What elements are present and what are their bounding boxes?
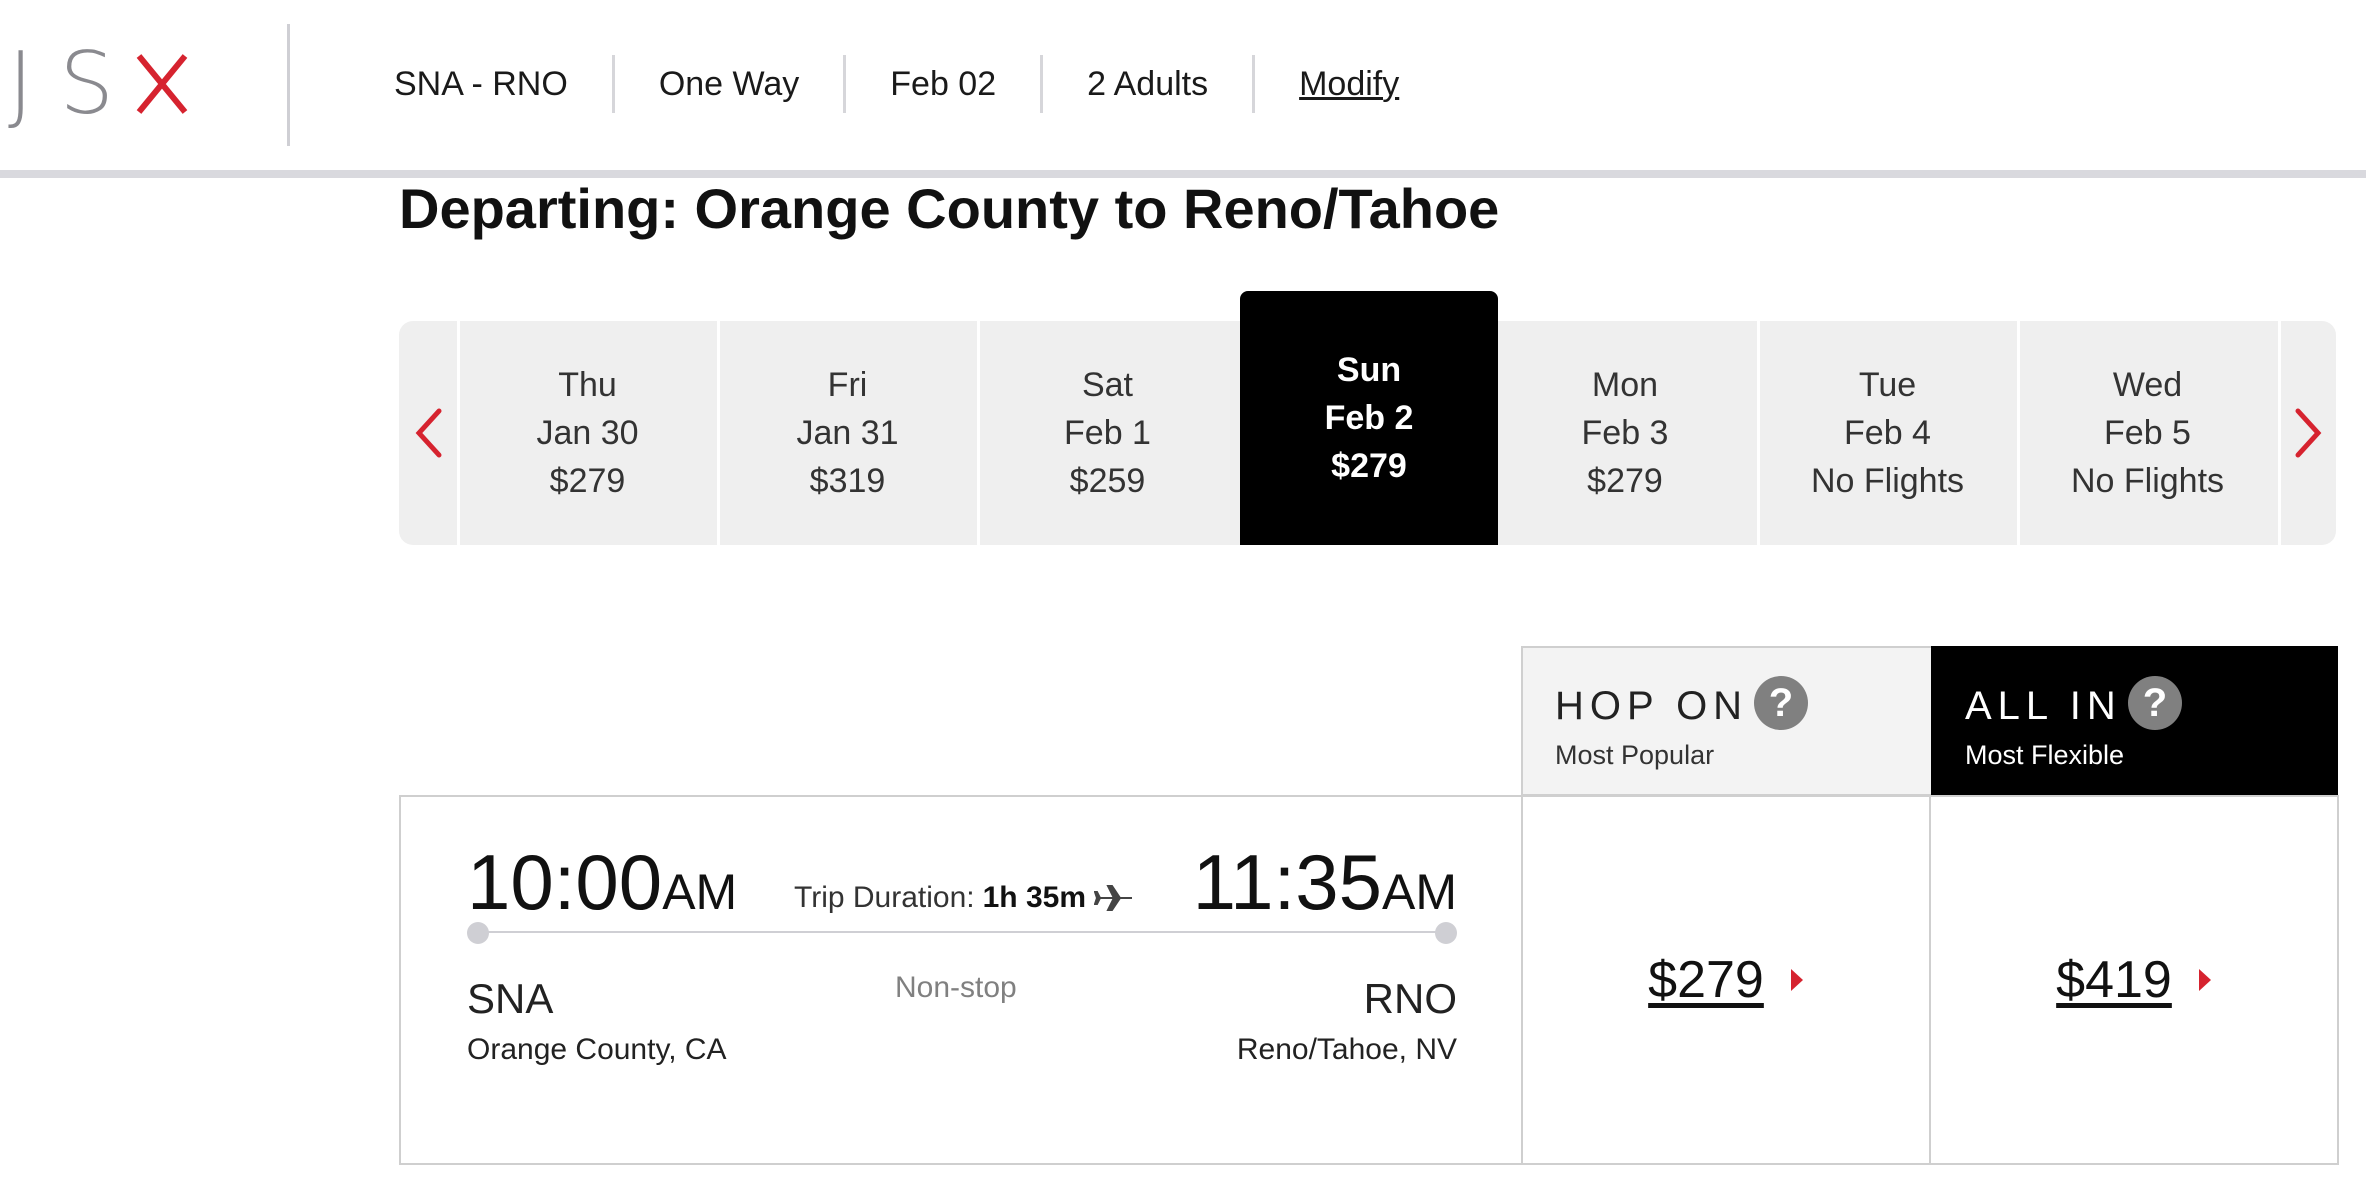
previous-dates-button[interactable]: [399, 321, 457, 545]
hop-on-fare-option[interactable]: $279: [1523, 797, 1931, 1163]
summary-date: Feb 02: [890, 65, 997, 103]
date-day: Jan 30: [536, 414, 639, 452]
date-price: $279: [1331, 447, 1407, 485]
date-weekday: Sun: [1336, 351, 1402, 389]
date-weekday: Wed: [2112, 366, 2183, 404]
hop-on-price[interactable]: $279: [1648, 950, 1764, 1010]
date-weekday: Tue: [1858, 366, 1917, 404]
fare-name: HOP ON: [1555, 684, 1749, 728]
modify-search-link[interactable]: Modify: [1255, 65, 1399, 104]
next-dates-button[interactable]: [2278, 321, 2336, 545]
duration-value: 1h 35m: [982, 881, 1087, 914]
origin-dot: [467, 922, 489, 944]
summary-trip-type: One Way: [658, 65, 800, 103]
date-price: $319: [809, 462, 886, 500]
fare-header-hop-on: HOP ON ? Most Popular: [1521, 646, 1932, 796]
flight-result-row: 10:00AM Trip Duration: 1h 35m 11:35AM SN…: [399, 795, 2339, 1165]
date-option[interactable]: Thu Jan 30 $279: [457, 321, 715, 545]
departure-time-value: 10:00: [467, 838, 663, 926]
departure-time: 10:00AM: [467, 843, 737, 921]
all-in-fare-option[interactable]: $419: [1931, 797, 2337, 1163]
help-icon[interactable]: ?: [2128, 676, 2182, 730]
help-icon[interactable]: ?: [1754, 676, 1808, 730]
date-selector: Thu Jan 30 $279 Fri Jan 31 $319 Sat Feb …: [399, 291, 2336, 545]
fare-subtitle: Most Flexible: [1965, 740, 2125, 770]
origin-code: SNA: [467, 975, 554, 1022]
flight-details: 10:00AM Trip Duration: 1h 35m 11:35AM SN…: [401, 797, 1523, 1163]
date-day: Feb 3: [1581, 414, 1669, 452]
logo-x-icon: [136, 53, 188, 115]
arrival-time-value: 11:35: [1192, 838, 1382, 926]
chevron-right-icon: [2295, 408, 2321, 458]
date-price: No Flights: [1810, 462, 1965, 500]
date-option[interactable]: Tue Feb 4 No Flights: [1757, 321, 2015, 545]
date-price: No Flights: [2070, 462, 2225, 500]
summary-route: SNA - RNO: [394, 65, 568, 103]
origin-city: Orange County, CA: [467, 1033, 727, 1066]
caret-right-icon: [1790, 969, 1803, 991]
all-in-price[interactable]: $419: [2056, 950, 2172, 1010]
date-weekday: Sat: [1081, 366, 1134, 404]
fare-subtitle: Most Popular: [1555, 740, 1715, 770]
arrival-ampm: AM: [1382, 864, 1457, 920]
date-option-selected[interactable]: Sun Feb 2 $279: [1240, 291, 1498, 545]
date-price: $279: [1587, 462, 1663, 500]
page-title: Departing: Orange County to Reno/Tahoe: [399, 177, 1500, 240]
fare-header-all-in: ALL IN ? Most Flexible: [1931, 646, 2338, 796]
date-option[interactable]: Sat Feb 1 $259: [977, 321, 1235, 545]
fare-name: ALL IN: [1965, 684, 2122, 728]
date-weekday: Thu: [558, 366, 617, 404]
date-day: Feb 4: [1844, 414, 1931, 452]
airplane-icon: [1094, 885, 1133, 911]
date-day: Feb 1: [1064, 414, 1151, 452]
date-option[interactable]: Mon Feb 3 $279: [1496, 321, 1754, 545]
date-price: $279: [549, 462, 626, 500]
date-weekday: Mon: [1591, 366, 1659, 404]
date-option[interactable]: Fri Jan 31 $319: [717, 321, 975, 545]
departure-ampm: AM: [662, 864, 738, 920]
site-header: J S SNA - RNO One Way Feb 02 2 Adults Mo…: [0, 0, 2366, 178]
logo-letter-j: J: [8, 34, 34, 134]
summary-passengers: 2 Adults: [1087, 65, 1209, 103]
caret-right-icon: [2198, 969, 2211, 991]
trip-duration: Trip Duration: 1h 35m: [794, 881, 1136, 915]
duration-label: Trip Duration:: [794, 881, 975, 914]
stops-label: Non-stop: [895, 971, 1017, 1004]
chevron-left-icon: [415, 408, 442, 458]
destination-city: Reno/Tahoe, NV: [1236, 1033, 1457, 1066]
route-line: [477, 931, 1445, 933]
header-divider: [287, 24, 290, 146]
date-price: $259: [1069, 462, 1146, 500]
destination-code: RNO: [1363, 975, 1457, 1022]
jsx-logo[interactable]: J S: [8, 34, 188, 134]
date-day: Feb 5: [2104, 414, 2191, 452]
date-option[interactable]: Wed Feb 5 No Flights: [2017, 321, 2275, 545]
arrival-time: 11:35AM: [1193, 843, 1457, 921]
search-summary: SNA - RNO One Way Feb 02 2 Adults Modify: [394, 54, 1399, 114]
date-weekday: Fri: [827, 366, 868, 404]
date-day: Jan 31: [796, 414, 899, 452]
date-day: Feb 2: [1324, 399, 1414, 437]
logo-letter-s: S: [59, 34, 114, 134]
destination-dot: [1435, 922, 1457, 944]
